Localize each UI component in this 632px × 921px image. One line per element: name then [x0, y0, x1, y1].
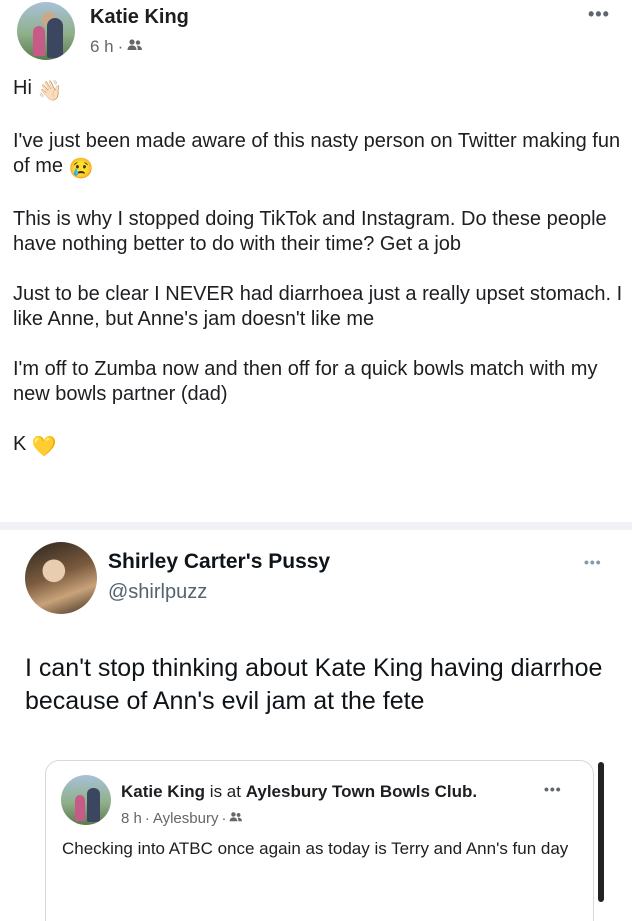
meta-separator: · — [144, 810, 150, 827]
author-name[interactable]: Katie King — [90, 6, 189, 29]
quoted-author-avatar[interactable] — [61, 775, 111, 825]
tweet: Shirley Carter's Pussy @shirlpuzz ••• I … — [0, 530, 632, 921]
quoted-header: Katie King is at Aylesbury Town Bowls Cl… — [121, 782, 477, 802]
meta-separator: · — [117, 37, 124, 56]
post-time[interactable]: 6 h — [90, 37, 114, 57]
author-avatar[interactable] — [17, 2, 75, 60]
more-options-icon[interactable]: ••• — [588, 4, 610, 25]
avatar-figure — [75, 795, 85, 821]
signoff-text: K — [13, 433, 27, 455]
post-paragraph: K 💛 — [13, 432, 623, 460]
avatar-figure — [87, 788, 100, 822]
friends-icon — [127, 37, 143, 57]
tweet-text: I can't stop thinking about Kate King ha… — [25, 654, 603, 715]
quoted-card-edge — [598, 762, 604, 902]
tweet-more-icon[interactable]: ••• — [584, 554, 602, 570]
tweet-author-handle[interactable]: @shirlpuzz — [108, 581, 207, 604]
yellow-heart-icon: 💛 — [31, 436, 57, 458]
quoted-author-name[interactable]: Katie King — [121, 782, 205, 801]
quoted-meta: 8 h · Aylesbury · — [121, 810, 243, 827]
post-meta: 6 h · — [90, 37, 143, 57]
post-paragraph: Just to be clear I NEVER had diarrhoea j… — [13, 283, 623, 330]
crying-face-icon: 😢 — [68, 158, 94, 180]
quoted-post-card[interactable]: Katie King is at Aylesbury Town Bowls Cl… — [45, 760, 594, 921]
quoted-post-text: Checking into ATBC once again as today i… — [62, 839, 569, 858]
tweet-author-name[interactable]: Shirley Carter's Pussy — [108, 550, 330, 574]
post-paragraph: Hi 👋🏻 — [13, 76, 623, 104]
avatar-figure — [47, 18, 63, 58]
post-body: Hi 👋🏻 I've just been made aware of this … — [13, 76, 623, 485]
quoted-place-name[interactable]: Aylesbury Town Bowls Club. — [246, 782, 477, 801]
waving-hand-icon: 👋🏻 — [37, 80, 63, 102]
friends-icon — [229, 810, 243, 827]
facebook-post: Katie King 6 h · ••• Hi 👋🏻 I've just bee… — [0, 0, 632, 522]
avatar-figure — [33, 26, 45, 56]
quoted-location[interactable]: Aylesbury — [153, 810, 219, 827]
post-paragraph: This is why I stopped doing TikTok and I… — [13, 208, 607, 255]
post-paragraph: I'm off to Zumba now and then off for a … — [13, 358, 598, 405]
paragraph-text: I've just been made aware of this nasty … — [13, 130, 621, 177]
section-divider — [0, 522, 632, 530]
post-paragraph: I've just been made aware of this nasty … — [13, 129, 623, 182]
greeting-text: Hi — [13, 77, 32, 99]
quoted-time[interactable]: 8 h — [121, 810, 142, 827]
meta-separator: · — [221, 810, 227, 827]
quoted-is-at: is at — [209, 782, 241, 801]
quoted-more-icon[interactable]: ••• — [544, 781, 562, 797]
tweet-author-avatar[interactable] — [25, 542, 97, 614]
